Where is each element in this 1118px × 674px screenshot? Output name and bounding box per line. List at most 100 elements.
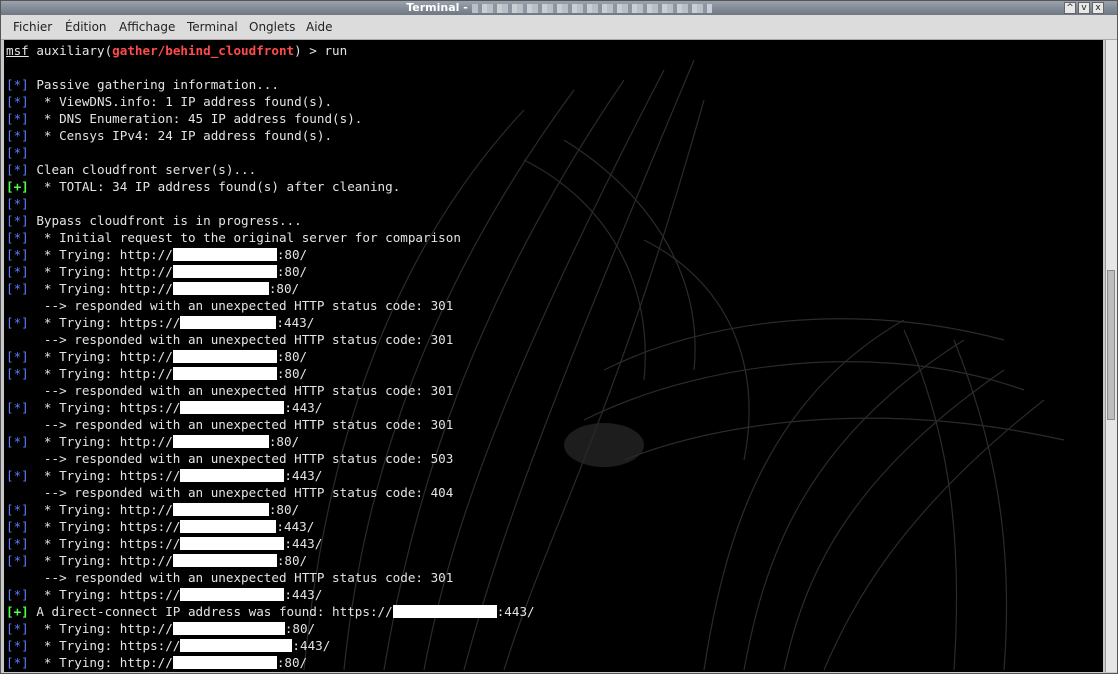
line-text: * Trying: http:// — [28, 553, 173, 568]
menu-affichage[interactable]: Affichage — [119, 15, 175, 39]
line-port: :80/ — [268, 434, 300, 449]
info-tag: [*] — [6, 638, 29, 653]
output-line: --> responded with an unexpected HTTP st… — [6, 297, 1101, 314]
line-text: * Trying: https:// — [28, 315, 181, 330]
line-text: Bypass cloudfront is in progress... — [28, 213, 302, 228]
vertical-scrollbar[interactable] — [1105, 40, 1117, 672]
line-text: * TOTAL: 34 IP address found(s) after cl… — [28, 179, 401, 194]
prompt-end: ) > run — [294, 43, 348, 58]
window-title-text: Terminal - — [406, 1, 468, 14]
line-text: * Trying: https:// — [28, 638, 181, 653]
success-tag: [+] — [6, 179, 29, 194]
close-button[interactable]: x — [1092, 2, 1104, 14]
line-port: :80/ — [276, 655, 308, 670]
line-text: * Trying: http:// — [28, 502, 173, 517]
line-port: :80/ — [276, 247, 308, 262]
line-port: :80/ — [284, 621, 316, 636]
redacted-ip — [172, 554, 277, 567]
info-tag: [*] — [6, 587, 29, 602]
output-line: [*] * Trying: http://:80/ — [6, 365, 1101, 382]
line-text: * Trying: http:// — [28, 655, 173, 670]
line-text: * Trying: http:// — [28, 366, 173, 381]
redacted-ip — [180, 520, 277, 533]
menu-fichier[interactable]: Fichier — [13, 15, 52, 39]
output-line: [*] * Censys IPv4: 24 IP address found(s… — [6, 127, 1101, 144]
line-port: :80/ — [276, 553, 308, 568]
output-line: --> responded with an unexpected HTTP st… — [6, 484, 1101, 501]
line-text: * Trying: http:// — [28, 264, 173, 279]
output-line: --> responded with an unexpected HTTP st… — [6, 416, 1101, 433]
redacted-ip — [172, 435, 269, 448]
maximize-button[interactable]: v — [1078, 2, 1090, 14]
minimize-button[interactable]: ^ — [1064, 2, 1076, 14]
line-text: * Trying: https:// — [28, 587, 181, 602]
line-text: --> responded with an unexpected HTTP st… — [6, 298, 454, 313]
line-text: * Trying: http:// — [28, 281, 173, 296]
info-tag: [*] — [6, 366, 29, 381]
output-line: [*] * Trying: http://:80/ — [6, 246, 1101, 263]
menu-onglets[interactable]: Onglets — [249, 15, 295, 39]
line-port: :443/ — [284, 536, 323, 551]
output-line: [+] * TOTAL: 34 IP address found(s) afte… — [6, 178, 1101, 195]
info-tag: [*] — [6, 621, 29, 636]
redacted-ip — [172, 622, 285, 635]
line-text: * Censys IPv4: 24 IP address found(s). — [28, 128, 333, 143]
menu-edition[interactable]: Édition — [65, 15, 107, 39]
output-line: [*] * Trying: https://:443/ — [6, 467, 1101, 484]
output-line: [*] Clean cloudfront server(s)... — [6, 161, 1101, 178]
output-line: [*] * Trying: http://:80/ — [6, 620, 1101, 637]
terminal-window: Terminal - ^ v x Fichier Édition Afficha… — [0, 0, 1118, 674]
line-text: --> responded with an unexpected HTTP st… — [6, 332, 454, 347]
line-text: --> responded with an unexpected HTTP st… — [6, 383, 454, 398]
line-port: :80/ — [268, 502, 300, 517]
line-text: * ViewDNS.info: 1 IP address found(s). — [28, 94, 333, 109]
terminal-lines: msf auxiliary(gather/behind_cloudfront) … — [6, 42, 1101, 671]
info-tag: [*] — [6, 247, 29, 262]
line-port: :443/ — [284, 468, 323, 483]
module-name: gather/behind_cloudfront — [112, 43, 295, 58]
prompt-text: auxiliary( — [28, 43, 113, 58]
redacted-ip — [392, 605, 497, 618]
line-port: :80/ — [276, 264, 308, 279]
info-tag: [*] — [6, 162, 29, 177]
output-line: [+] A direct-connect IP address was foun… — [6, 603, 1101, 620]
redacted-ip — [180, 588, 285, 601]
info-tag: [*] — [6, 128, 29, 143]
output-line: [*] * Trying: http://:80/ — [6, 263, 1101, 280]
output-line: [*] * Trying: https://:443/ — [6, 518, 1101, 535]
terminal-output[interactable]: msf auxiliary(gather/behind_cloudfront) … — [4, 40, 1103, 672]
info-tag: [*] — [6, 196, 29, 211]
info-tag: [*] — [6, 400, 29, 415]
output-line: [*] * Trying: http://:80/ — [6, 348, 1101, 365]
redacted-ip — [172, 656, 277, 669]
title-bar[interactable]: Terminal - ^ v x — [1, 1, 1117, 15]
line-port: :443/ — [292, 638, 331, 653]
output-line: [*] * Trying: https:// :443/ — [6, 586, 1101, 603]
line-text: * Trying: https:// — [28, 536, 181, 551]
line-text: --> responded with an unexpected HTTP st… — [6, 451, 454, 466]
info-tag: [*] — [6, 111, 29, 126]
output-line: [*] * Trying: https://:443/ — [6, 314, 1101, 331]
command-prompt-line: msf auxiliary(gather/behind_cloudfront) … — [6, 42, 1101, 59]
line-port: :443/ — [284, 587, 323, 602]
scrollbar-thumb[interactable] — [1107, 270, 1115, 420]
redacted-ip — [172, 503, 269, 516]
menu-terminal[interactable]: Terminal — [187, 15, 238, 39]
line-port: :443/ — [496, 604, 535, 619]
line-port: :443/ — [276, 315, 315, 330]
info-tag: [*] — [6, 468, 29, 483]
redacted-ip — [180, 316, 277, 329]
menu-aide[interactable]: Aide — [306, 15, 333, 39]
menu-bar: Fichier Édition Affichage Terminal Ongle… — [1, 15, 1117, 40]
output-line: --> responded with an unexpected HTTP st… — [6, 450, 1101, 467]
output-line: [*] Bypass cloudfront is in progress... — [6, 212, 1101, 229]
output-line: [*] * DNS Enumeration: 45 IP address fou… — [6, 110, 1101, 127]
redacted-ip — [172, 248, 277, 261]
info-tag: [*] — [6, 536, 29, 551]
line-text: * Trying: http:// — [28, 349, 173, 364]
output-line: --> responded with an unexpected HTTP st… — [6, 569, 1101, 586]
output-line: [*] * Trying: https://:443/ — [6, 399, 1101, 416]
info-tag: [*] — [6, 655, 29, 670]
line-port: :443/ — [276, 519, 315, 534]
